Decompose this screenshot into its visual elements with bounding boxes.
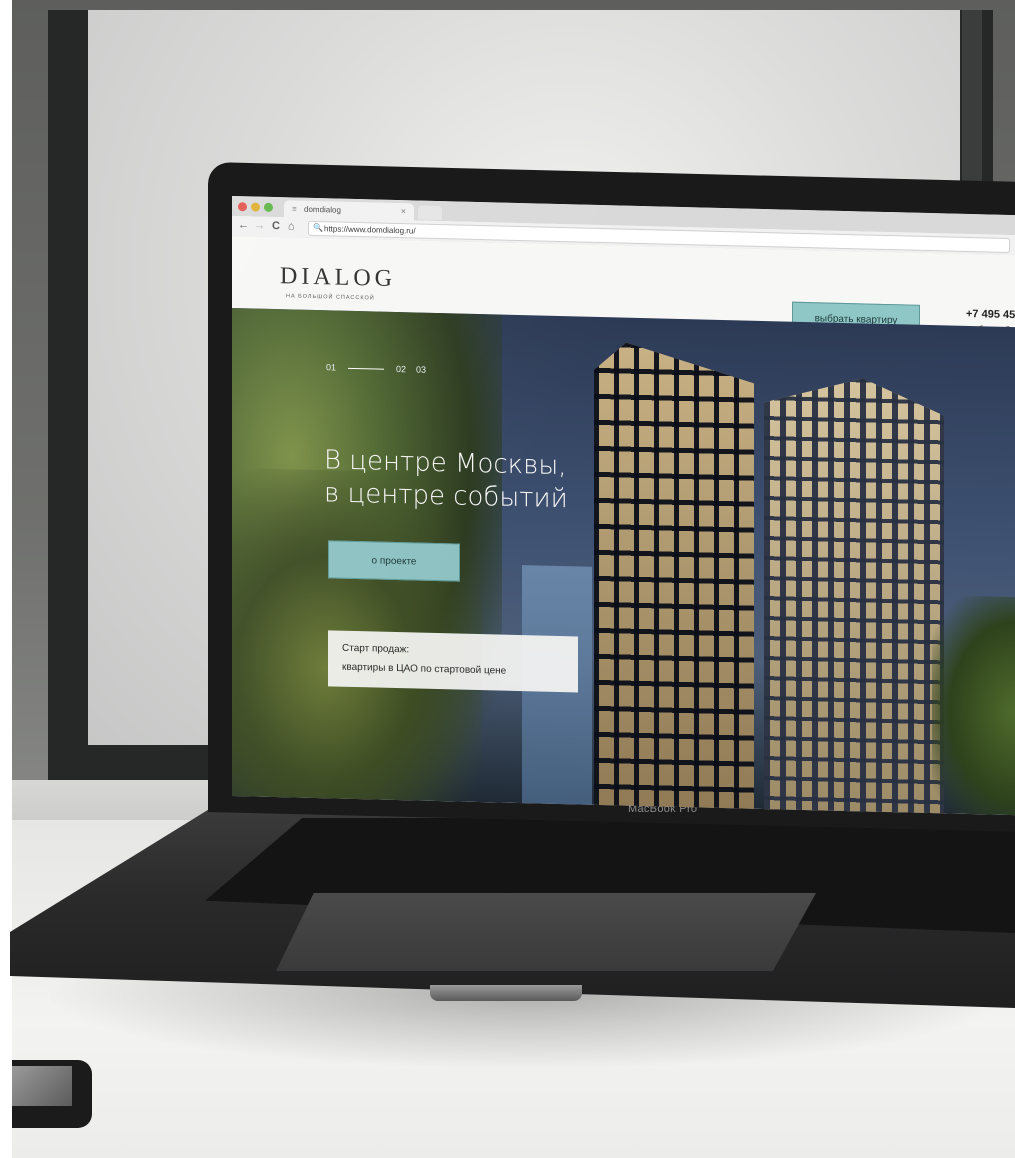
scene: MacBook Pro ≡ domdialog × ← → C ⌂ 🔍 http…	[0, 0, 1015, 1158]
slide-indicator-01[interactable]: 01	[326, 362, 336, 372]
logo-subtitle: НА БОЛЬШОЙ СПАССКОЙ	[286, 293, 375, 302]
hero-section: 01 02 03 В центре Москвы, в центре событ…	[232, 308, 1015, 816]
hero-title: В центре Москвы, в центре событий	[324, 444, 568, 516]
trees-right	[932, 595, 1015, 816]
url-text: https://www.domdialog.ru/	[324, 224, 416, 236]
promo-title: Старт продаж:	[342, 642, 410, 656]
minimize-window-icon[interactable]	[251, 202, 260, 212]
logo[interactable]: DIALOG	[280, 263, 396, 293]
maximize-window-icon[interactable]	[264, 202, 273, 213]
forward-arrow-icon[interactable]: →	[254, 220, 265, 232]
laptop-notch	[430, 985, 582, 1001]
phone-number[interactable]: +7 495 45	[966, 308, 1015, 321]
tab-close-icon[interactable]: ×	[401, 206, 406, 216]
tab-favicon-icon: ≡	[292, 204, 297, 214]
about-project-button[interactable]: о проекте	[328, 540, 460, 582]
home-icon[interactable]: ⌂	[288, 220, 295, 232]
back-arrow-icon[interactable]: ←	[238, 219, 249, 231]
close-window-icon[interactable]	[238, 202, 247, 212]
tower-left	[594, 342, 754, 815]
left-edge	[0, 0, 12, 1158]
new-tab-button[interactable]	[418, 205, 442, 221]
slide-indicator-03[interactable]: 03	[416, 364, 426, 374]
slide-indicator-02[interactable]: 02	[396, 364, 406, 374]
promo-banner[interactable]: Старт продаж: квартиры в ЦАО по стартово…	[328, 630, 578, 693]
search-icon: 🔍	[313, 222, 323, 233]
browser-window: ≡ domdialog × ← → C ⌂ 🔍 https://www.domd…	[232, 196, 1015, 816]
reload-icon[interactable]: C	[272, 220, 280, 232]
hero-title-line2: в центре событий	[324, 478, 568, 515]
promo-text: квартиры в ЦАО по стартовой цене	[342, 661, 507, 677]
trackpad	[276, 893, 816, 971]
phone-screen	[12, 1066, 72, 1106]
tower-right	[764, 376, 944, 815]
tab-title: domdialog	[304, 204, 341, 215]
